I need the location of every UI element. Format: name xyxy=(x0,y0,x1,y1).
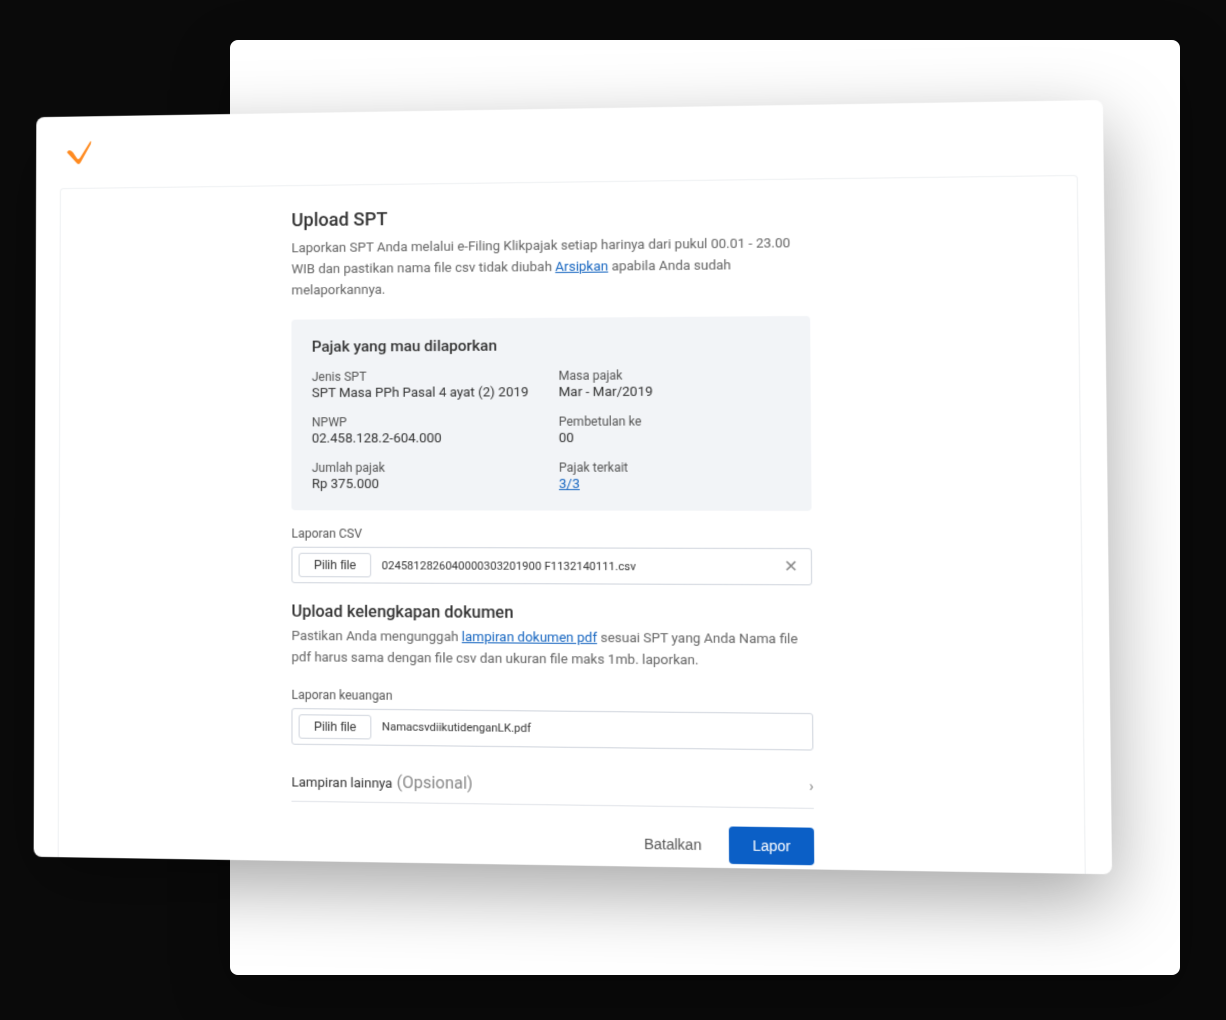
chevron-right-icon: › xyxy=(809,779,814,796)
app-logo xyxy=(64,138,94,170)
masa-pajak-field: Masa pajak Mar - Mar/2019 xyxy=(558,368,789,401)
docs-title: Upload kelengkapan dokumen xyxy=(291,602,812,624)
info-box-title: Pajak yang mau dilaporkan xyxy=(312,335,789,356)
pajak-terkait-link[interactable]: 3/3 xyxy=(559,477,790,492)
lampiran-optional: (Opsional) xyxy=(397,772,473,792)
jenis-spt-field: Jenis SPT SPT Masa PPh Pasal 4 ayat (2) … xyxy=(312,369,538,401)
lampiran-pdf-link[interactable]: lampiran dokumen pdf xyxy=(462,630,597,646)
csv-filename: 0245812826040000303201900 F1132140111.cs… xyxy=(382,559,780,574)
npwp-field: NPWP 02.458.128.2-604.000 xyxy=(312,415,538,447)
cancel-button[interactable]: Batalkan xyxy=(635,825,710,864)
page-title: Upload SPT xyxy=(291,204,809,231)
lampiran-label: Lampiran lainnya xyxy=(291,775,392,792)
main-window: Upload SPT Laporkan SPT Anda melalui e-F… xyxy=(34,100,1112,874)
jumlah-pajak-field: Jumlah pajak Rp 375.000 xyxy=(312,461,538,493)
action-bar: Batalkan Lapor xyxy=(291,820,814,865)
csv-file-input: Pilih file 0245812826040000303201900 F11… xyxy=(291,547,812,586)
tax-info-box: Pajak yang mau dilaporkan Jenis SPT SPT … xyxy=(291,316,811,511)
pembetulan-field: Pembetulan ke 00 xyxy=(559,414,790,446)
lk-filename: NamacsvdiikutidenganLK.pdf xyxy=(382,721,804,739)
lampiran-lainnya-toggle[interactable]: Lampiran lainnya (Opsional) › xyxy=(291,763,813,809)
csv-clear-icon[interactable]: ✕ xyxy=(780,559,803,576)
submit-button[interactable]: Lapor xyxy=(729,826,814,865)
lk-file-input: Pilih file NamacsvdiikutidenganLK.pdf xyxy=(291,708,813,751)
docs-desc: Pastikan Anda mengunggah lampiran dokume… xyxy=(291,627,812,673)
content-panel: Upload SPT Laporkan SPT Anda melalui e-F… xyxy=(58,175,1086,874)
page-subtitle: Laporkan SPT Anda melalui e-Filing Klikp… xyxy=(291,234,810,302)
lk-label: Laporan keuangan xyxy=(291,688,813,707)
csv-pick-button[interactable]: Pilih file xyxy=(299,553,372,578)
csv-label: Laporan CSV xyxy=(291,527,811,542)
pajak-terkait-field: Pajak terkait 3/3 xyxy=(559,461,790,493)
lk-pick-button[interactable]: Pilih file xyxy=(299,714,372,739)
archive-link[interactable]: Arsipkan xyxy=(555,259,608,275)
